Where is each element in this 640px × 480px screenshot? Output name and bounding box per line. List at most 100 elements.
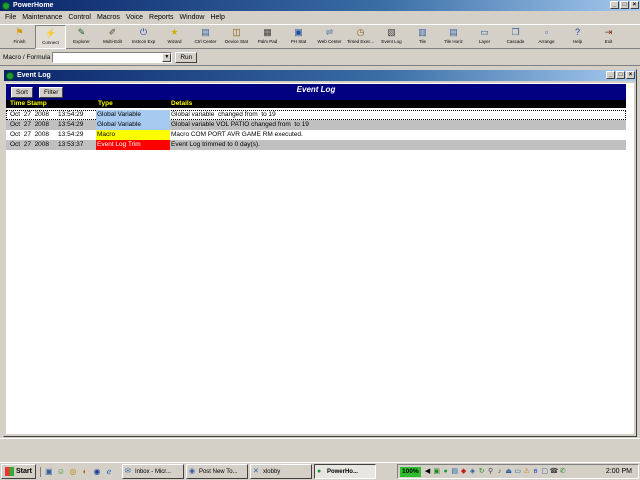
menu-voice[interactable]: Voice <box>123 14 146 21</box>
toolbar-button-ctrl-center[interactable]: ▤ Ctrl Center <box>190 25 221 49</box>
help-icon: ? <box>574 27 580 37</box>
bluetooth-icon[interactable]: ʙ <box>532 467 540 476</box>
media-player-icon[interactable]: ◉ <box>92 467 102 477</box>
phone-icon[interactable]: ☎ <box>550 467 559 476</box>
minimize-button[interactable]: _ <box>610 1 619 9</box>
toolbar-button-exit[interactable]: ⇥ Exit <box>593 25 624 49</box>
macro-formula-combobox[interactable]: ▼ <box>52 51 173 63</box>
row-type: Event Log Trim <box>96 140 170 150</box>
palm-pad-icon: ▦ <box>263 27 272 37</box>
taskbar-button-label: Post New To... <box>198 468 238 475</box>
antivirus-icon[interactable]: ◆ <box>460 467 468 476</box>
close-button[interactable]: × <box>630 1 639 9</box>
security-icon[interactable]: ⚠ <box>523 467 531 476</box>
media-icon[interactable]: ◎ <box>68 467 78 477</box>
toolbar-button-web-center[interactable]: ⇌ Web Center <box>314 25 345 49</box>
tile-icon: ▥ <box>418 27 427 37</box>
toolbar-button-arrange[interactable]: ▫ Arrange <box>531 25 562 49</box>
menu-bar: File Maintenance Control Macros Voice Re… <box>0 11 640 23</box>
chat-icon[interactable]: ✆ <box>559 467 567 476</box>
toolbar-button-tile[interactable]: ▥ Tile <box>407 25 438 49</box>
messenger-icon[interactable]: ☺ <box>56 467 66 477</box>
macro-formula-label: Macro / Formula <box>3 53 51 61</box>
child-maximize-button[interactable]: □ <box>616 71 625 79</box>
menu-help[interactable]: Help <box>207 14 227 21</box>
toolbar-button-timed-exec[interactable]: ◷ Timed Exec... <box>345 25 376 49</box>
internet-explorer-icon[interactable]: ℯ <box>104 467 114 477</box>
taskbar-button-label: PowerHo... <box>326 468 358 475</box>
toolbar-button-device-stat[interactable]: ◫ Device Stat <box>221 25 252 49</box>
toolbar-button-wizard[interactable]: ★ Wizard <box>159 25 190 49</box>
child-minimize-button[interactable]: _ <box>606 71 615 79</box>
main-toolbar: ⚑ Finish ⚡ Connect ✎ Explorer ✐ Multi-Edit ⏻ Inst… <box>0 24 640 49</box>
powerhome-tray-icon[interactable]: ● <box>442 467 450 476</box>
toolbar-button-event-log[interactable]: ▧ Event Log <box>376 25 407 49</box>
chevron-down-icon[interactable]: ▼ <box>162 52 172 62</box>
toolbar-button-instcon-exp[interactable]: ⏻ Instcon Exp <box>128 25 159 49</box>
usb-icon[interactable]: ⏏ <box>505 467 513 476</box>
toolbar-button-explorer[interactable]: ✎ Explorer <box>66 25 97 49</box>
toolbar-button-multi-edit[interactable]: ✐ Multi-Edit <box>97 25 128 49</box>
row-timestamp: Oct 27 2008 13:54:29 <box>10 131 84 138</box>
sync-icon[interactable]: ↻ <box>478 467 486 476</box>
taskbar-button[interactable]: ✕ xlobby <box>249 464 312 479</box>
event-log-row[interactable]: Oct 27 2008 13:54:29 Global Variable Globa… <box>6 110 626 120</box>
toolbar-button-help[interactable]: ? Help <box>562 25 593 49</box>
event-log-row[interactable]: Oct 27 2008 13:54:29 Global Variable Globa… <box>6 120 626 130</box>
taskbar-button[interactable]: ● PowerHo... <box>313 464 376 479</box>
toolbar-button-finish[interactable]: ⚑ Finish <box>4 25 35 49</box>
firefox-icon[interactable]: ◐ <box>80 467 90 477</box>
toolbar-button-label: Explorer <box>73 39 90 44</box>
network-icon[interactable]: ▣ <box>433 467 441 476</box>
toolbar-button-label: PH Stat <box>290 39 307 44</box>
app-title-bar: PowerHome _ □ × <box>0 0 640 11</box>
event-log-content: Sort Filter Event Log Time Stamp Type De… <box>6 83 634 434</box>
system-tray: 100% ◀ ▣ ● ▤ ◆ ◈ ↻ ⚲ ♪ ⏏ ▭ ⚠ ʙ ▢ ☎ ✆ 2:0… <box>397 464 639 479</box>
maximize-button[interactable]: □ <box>620 1 629 9</box>
column-header-timestamp[interactable]: Time Stamp <box>10 100 47 108</box>
display-icon[interactable]: ▭ <box>514 467 522 476</box>
toolbar-button-layer[interactable]: ▭ Layer <box>469 25 500 49</box>
search-icon[interactable]: ⚲ <box>487 467 495 476</box>
taskbar-button[interactable]: ✉ Inbox - Micr... <box>121 464 184 479</box>
menu-control[interactable]: Control <box>65 14 94 21</box>
column-header-type[interactable]: Type <box>98 100 113 108</box>
event-log-window-title: Event Log <box>17 72 51 79</box>
event-log-row[interactable]: Oct 27 2008 13:53:37 Event Log Trim Event … <box>6 140 626 150</box>
toolbar-button-label: Timed Exec... <box>346 39 375 44</box>
network-connection-icon[interactable]: ▤ <box>451 467 459 476</box>
toolbar-button-ph-stat[interactable]: ▣ PH Stat <box>283 25 314 49</box>
toolbar-button-label: Tile Horiz <box>444 39 463 44</box>
tile-horizontal-icon: ▤ <box>449 27 458 37</box>
toolbar-button-connect[interactable]: ⚡ Connect <box>35 25 66 49</box>
explorer-icon: ✎ <box>77 27 86 37</box>
column-header-details[interactable]: Details <box>171 100 192 108</box>
monitor-icon[interactable]: ▢ <box>541 467 549 476</box>
taskbar-button[interactable]: ◉ Post New To... <box>185 464 248 479</box>
run-button[interactable]: Run <box>175 51 198 63</box>
toolbar-button-cascade[interactable]: ❐ Cascade <box>500 25 531 49</box>
menu-window[interactable]: Window <box>177 14 208 21</box>
show-desktop-icon[interactable]: ▣ <box>44 467 54 477</box>
speaker-icon[interactable]: ◀ <box>424 467 432 476</box>
menu-macros[interactable]: Macros <box>94 14 123 21</box>
update-icon[interactable]: ◈ <box>469 467 477 476</box>
volume-icon[interactable]: ♪ <box>496 467 504 476</box>
insteon-explorer-icon: ⏻ <box>139 27 148 37</box>
taskbar-button-label: Inbox - Micr... <box>134 468 171 475</box>
toolbar-button-tile-horiz[interactable]: ▤ Tile Horiz <box>438 25 469 49</box>
row-timestamp: Oct 27 2008 13:53:37 <box>10 141 84 148</box>
event-log-row[interactable]: Oct 27 2008 13:54:29 Macro Macro COM PORT … <box>6 130 626 140</box>
start-label: Start <box>16 468 32 475</box>
toolbar-button-label: Cascade <box>506 39 525 44</box>
child-close-button[interactable]: × <box>626 71 635 79</box>
menu-maintenance[interactable]: Maintenance <box>19 14 65 21</box>
start-button[interactable]: Start <box>1 464 36 479</box>
toolbar-button-label: Arrange <box>538 39 555 44</box>
toolbar-button-palm-pad[interactable]: ▦ Palm Pad <box>252 25 283 49</box>
battery-percent[interactable]: 100% <box>400 466 421 477</box>
menu-file[interactable]: File <box>2 14 19 21</box>
menu-reports[interactable]: Reports <box>146 14 177 21</box>
taskbar-clock[interactable]: 2:00 PM <box>606 468 632 475</box>
control-center-icon: ▤ <box>201 27 210 37</box>
